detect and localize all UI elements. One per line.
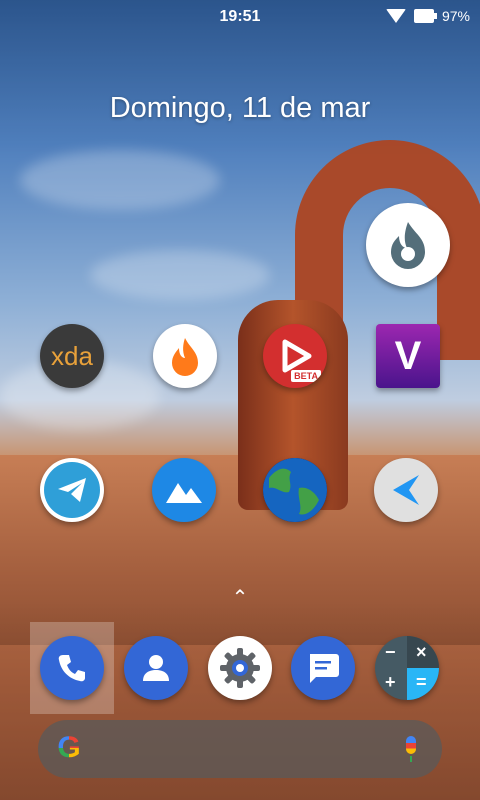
calc-minus: −: [385, 642, 396, 662]
date-widget[interactable]: Domingo, 11 de mar: [0, 92, 480, 125]
status-icons: 97%: [385, 8, 470, 24]
google-search-bar[interactable]: G: [38, 720, 442, 778]
status-bar: 19:51 97%: [0, 0, 480, 34]
microphone-icon[interactable]: [406, 736, 416, 762]
flame-icon: [391, 222, 425, 269]
viper-app-icon[interactable]: V: [376, 324, 440, 388]
calc-times: ×: [416, 642, 427, 662]
battery-icon: [413, 9, 437, 23]
calc-equals: =: [416, 672, 427, 692]
battery-percent: 97%: [441, 8, 470, 24]
calc-plus: +: [385, 672, 396, 692]
play-beta-app-icon[interactable]: BETA: [263, 324, 327, 388]
beta-badge: BETA: [291, 370, 321, 382]
paper-plane-icon: [58, 478, 86, 502]
google-logo-icon: G: [52, 731, 86, 765]
messages-app-icon[interactable]: [291, 636, 355, 700]
fire-icon: [172, 338, 198, 376]
calculator-app-icon[interactable]: − × + =: [375, 636, 439, 700]
phone-app-icon[interactable]: [40, 636, 104, 700]
xda-app-icon[interactable]: xda: [40, 324, 104, 388]
person-icon: [143, 655, 169, 681]
earth-app-icon[interactable]: [263, 458, 327, 522]
arrow-app-icon[interactable]: [374, 458, 438, 522]
chat-bubble-icon: [310, 654, 339, 683]
app-drawer-handle[interactable]: ⌃: [230, 588, 250, 608]
globe-icon: [263, 458, 327, 522]
settings-app-icon[interactable]: [208, 636, 272, 700]
contacts-app-icon[interactable]: [124, 636, 188, 700]
gear-icon: [220, 648, 260, 688]
xda-label: xda: [51, 340, 93, 371]
flame-app-icon[interactable]: [153, 324, 217, 388]
mountains-icon: [166, 483, 202, 503]
gallery-app-icon[interactable]: [152, 458, 216, 522]
phone-icon: [58, 655, 85, 682]
viper-label: V: [394, 333, 422, 378]
left-arrow-icon: [393, 475, 419, 505]
flame-outline-app-icon[interactable]: [366, 203, 450, 287]
telegram-app-icon[interactable]: [40, 458, 104, 522]
wifi-icon: [385, 9, 406, 23]
